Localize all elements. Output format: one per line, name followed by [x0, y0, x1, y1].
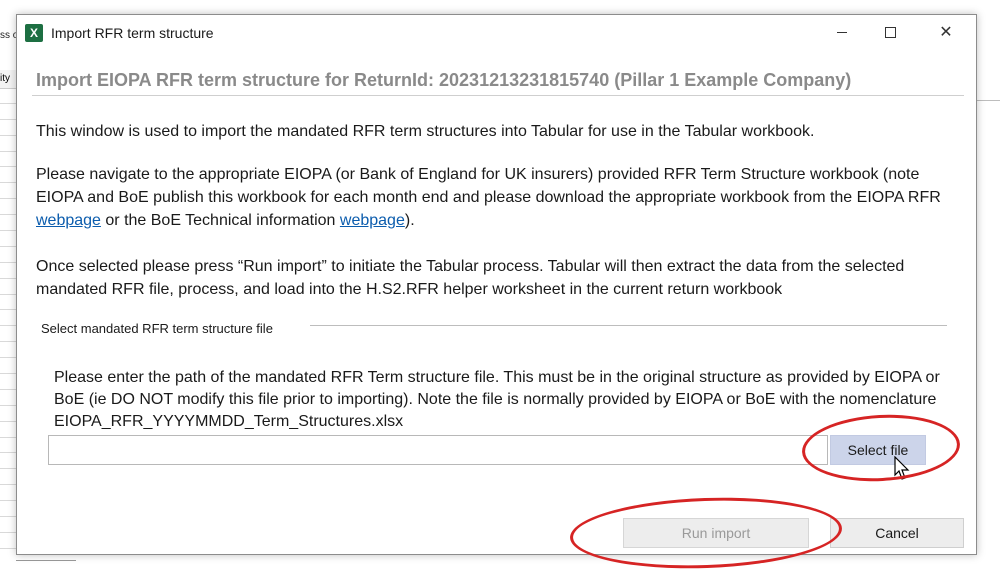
maximize-button[interactable] — [867, 15, 913, 51]
navigate-text-part1: Please navigate to the appropriate EIOPA… — [36, 166, 941, 206]
close-button[interactable]: ✕ — [923, 15, 969, 51]
import-rfr-dialog: X Import RFR term structure ✕ Import EIO… — [16, 14, 977, 555]
minimize-button[interactable] — [819, 15, 865, 51]
close-icon: ✕ — [939, 24, 953, 41]
dialog-heading: Import EIOPA RFR term structure for Retu… — [36, 70, 852, 90]
navigate-text: Please navigate to the appropriate EIOPA… — [36, 163, 966, 232]
title-bar[interactable]: X Import RFR term structure ✕ — [17, 15, 976, 51]
file-group-label: Select mandated RFR term structure file — [41, 321, 273, 336]
path-instructions-text: Please enter the path of the mandated RF… — [54, 369, 940, 430]
maximize-icon — [884, 27, 896, 39]
navigate-text-part3: ). — [404, 212, 415, 229]
mouse-pointer-icon — [894, 456, 910, 480]
boe-webpage-link[interactable]: webpage — [340, 212, 405, 229]
file-path-input[interactable] — [48, 435, 828, 465]
heading-divider — [32, 95, 964, 96]
cancel-button[interactable]: Cancel — [830, 518, 964, 548]
minimize-icon — [837, 32, 847, 34]
background-column-header: ity — [0, 70, 16, 89]
background-bottom-strip — [16, 556, 977, 570]
file-group-divider — [310, 325, 947, 326]
background-cells — [0, 88, 16, 549]
window-title: Import RFR term structure — [51, 25, 214, 41]
background-right-strip — [977, 0, 1000, 570]
excel-app-icon: X — [25, 24, 46, 42]
background-spreadsheet: ss o ity — [0, 0, 16, 570]
intro-text: This window is used to import the mandat… — [36, 123, 815, 140]
run-instructions-text: Once selected please press “Run import” … — [36, 258, 905, 298]
navigate-text-part2: or the BoE Technical information — [100, 212, 340, 229]
background-header-fragment: ss o — [0, 30, 16, 41]
eiopa-webpage-link[interactable]: webpage — [36, 212, 101, 229]
run-import-button[interactable]: Run import — [623, 518, 809, 548]
